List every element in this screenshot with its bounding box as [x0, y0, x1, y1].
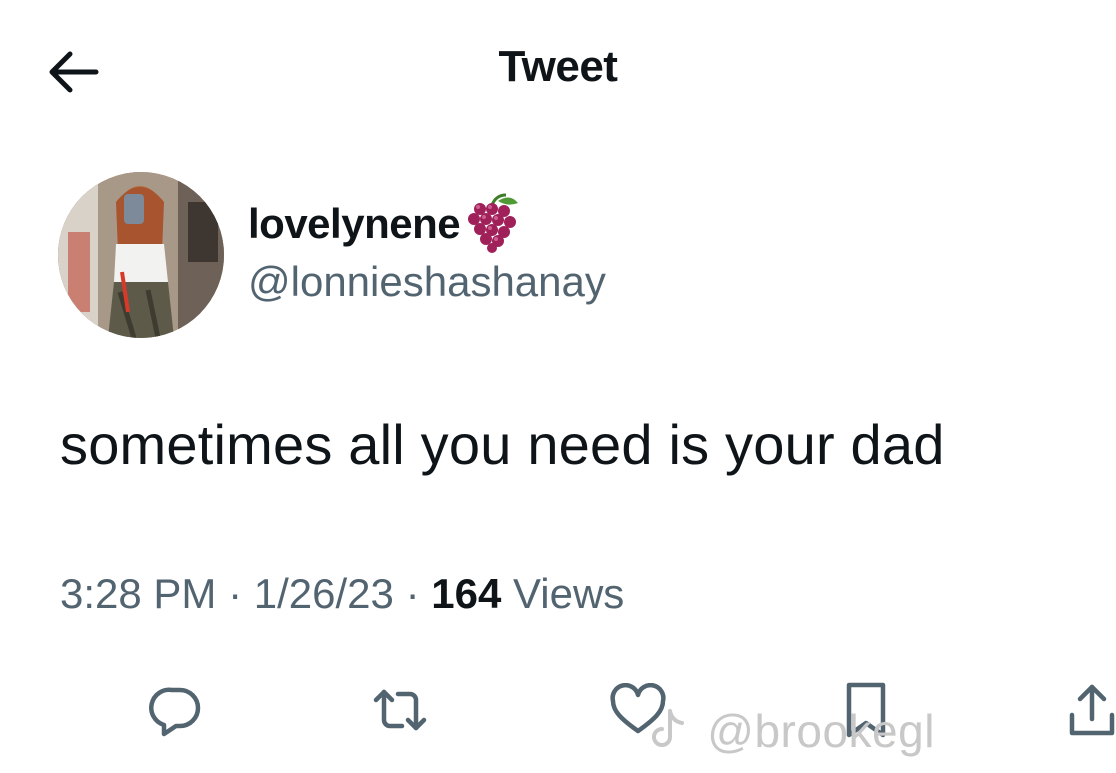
tweet-time[interactable]: 3:28 PM: [60, 570, 216, 617]
tweet-date[interactable]: 1/26/23: [254, 570, 394, 617]
tweet-text: sometimes all you need is your dad: [60, 413, 945, 476]
grapes-icon: [462, 191, 524, 258]
username-handle[interactable]: @lonnieshashanay: [248, 258, 606, 306]
display-name[interactable]: lovelynene: [248, 200, 461, 248]
reply-icon: [149, 687, 201, 737]
separator: ·: [228, 570, 243, 617]
share-button[interactable]: [1062, 680, 1116, 740]
bookmark-button[interactable]: [836, 680, 896, 740]
display-name-row[interactable]: lovelynene: [248, 193, 606, 254]
action-bar: [0, 670, 1116, 750]
separator: ·: [405, 570, 420, 617]
top-bar: Tweet: [0, 0, 1116, 140]
page-title: Tweet: [498, 42, 618, 91]
views-label[interactable]: Views: [513, 570, 624, 617]
views-count[interactable]: 164: [431, 570, 501, 617]
like-button[interactable]: [608, 680, 668, 740]
author-names: lovelynene @lonnieshashanay: [248, 193, 606, 306]
heart-icon: [610, 683, 666, 734]
tweet-metadata: 3:28 PM · 1/26/23 · 164 Views: [60, 570, 624, 618]
share-icon: [1069, 684, 1115, 736]
bookmark-icon: [846, 682, 886, 738]
retweet-button[interactable]: [370, 680, 430, 740]
tweet-author: lovelynene @lonnieshashanay: [58, 172, 1058, 342]
reply-button[interactable]: [146, 680, 206, 740]
retweet-icon: [373, 689, 427, 731]
avatar[interactable]: [58, 172, 224, 338]
